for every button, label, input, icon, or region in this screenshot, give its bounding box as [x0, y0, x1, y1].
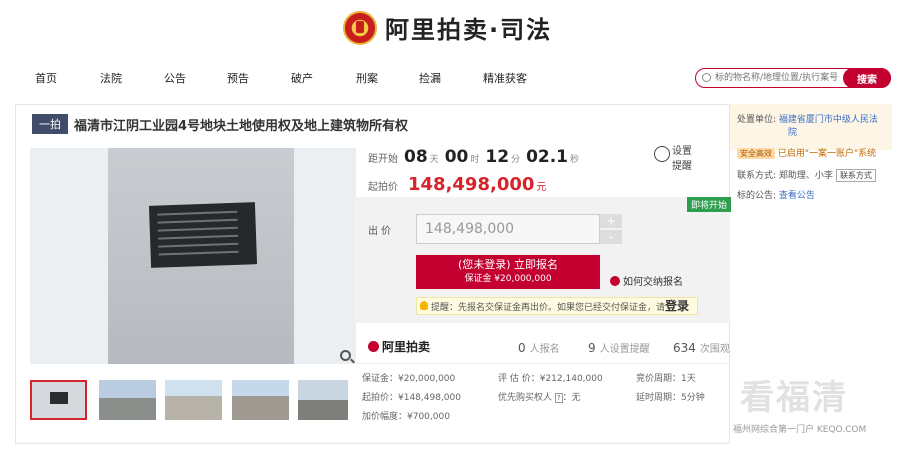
zoom-icon[interactable] — [340, 350, 351, 361]
contact-button[interactable]: 联系方式 — [835, 169, 876, 182]
cycle-info: 竞价周期：1天 — [636, 374, 696, 384]
notice-label: 标的公告: — [737, 191, 777, 201]
countdown-label: 距开始 — [368, 154, 398, 165]
search-bar: 搜索 — [695, 68, 891, 88]
status-badge: 即将开始 — [687, 197, 732, 212]
view-count: 634 次围观 — [673, 340, 730, 355]
start-price-value: 148,498,000 — [408, 174, 535, 195]
court-name-link[interactable]: 福建省厦门市中级人民法 — [779, 115, 878, 125]
ali-auction-logo: 阿里拍卖 — [368, 338, 430, 355]
login-link[interactable]: 登录 — [665, 299, 689, 313]
countdown-hours: 00 — [444, 147, 469, 167]
search-button[interactable]: 搜索 — [843, 68, 891, 88]
signup-count: 0 人报名 — [518, 340, 560, 355]
bid-input[interactable]: 148,498,000 — [416, 214, 600, 244]
nav-item-notice[interactable]: 公告 — [164, 70, 186, 86]
nav-item-home[interactable]: 首页 — [35, 70, 57, 86]
start-price-info: 起拍价：¥148,498,000 — [362, 393, 461, 403]
plaque-image — [148, 202, 258, 268]
increment-info: 加价幅度：¥700,000 — [362, 412, 450, 422]
count-label: 人设置提醒 — [599, 344, 650, 355]
count-value: 9 — [588, 341, 596, 355]
remind-label: 设置 — [672, 146, 692, 157]
item-title-row: 一拍 福清市江阴工业园4号地块土地使用权及地上建筑物所有权 — [32, 114, 408, 134]
priority-label: 优先购买权人 — [498, 393, 553, 403]
count-value: 0 — [518, 341, 526, 355]
account-system-tag[interactable]: 已启用"一案一账户"系统 — [778, 149, 876, 159]
unit-label: 秒 — [570, 155, 580, 165]
brand-name: 阿里拍卖·司法 — [385, 16, 553, 44]
watermark-sub: 福州网综合第一门户 KEQO.COM — [733, 425, 867, 435]
count-label: 人报名 — [529, 344, 560, 355]
count-label: 次围观 — [699, 344, 730, 355]
main-photo[interactable] — [30, 148, 356, 364]
set-reminder-button[interactable]: 设置 提醒 — [654, 142, 692, 172]
search-icon — [702, 73, 711, 82]
delay-info: 延时周期：5分钟 — [636, 393, 705, 403]
court-row: 处置单位: 福建省厦门市中级人民法院 — [737, 114, 892, 140]
start-price: 起拍价 148,498,000 元 — [368, 174, 546, 195]
priority-info: 优先购买权人 ? ：无 — [498, 393, 581, 403]
unit-label: 天 — [429, 155, 439, 165]
start-price-unit: 元 — [536, 182, 547, 193]
search-input[interactable] — [715, 71, 843, 85]
nav-item-court[interactable]: 法院 — [100, 70, 122, 86]
countdown-seconds: 02.1 — [526, 147, 569, 167]
item-title: 福清市江阴工业园4号地块土地使用权及地上建筑物所有权 — [74, 118, 409, 134]
count-value: 634 — [673, 341, 696, 355]
nav-item-bankruptcy[interactable]: 破产 — [291, 70, 313, 86]
remind-label: 提醒 — [672, 161, 692, 172]
contact-row: 联系方式: 郑助理、小李 联系方式 — [737, 168, 876, 182]
priority-value: 无 — [571, 393, 581, 403]
round-tag: 一拍 — [32, 114, 68, 134]
thumbnail[interactable] — [99, 380, 156, 420]
info-icon — [610, 276, 620, 286]
court-name-link[interactable]: 院 — [788, 128, 797, 138]
tip-text: 提醒：先报名交保证金再出价。如果您已经交付保证金，请 — [431, 303, 666, 313]
estimate-info: 评 估 价：¥212,140,000 — [498, 374, 603, 384]
court-label: 处置单位: — [737, 115, 777, 125]
thumbnail[interactable] — [165, 380, 222, 420]
bid-label: 出 价 — [368, 226, 392, 237]
tip-bar: 提醒：先报名交保证金再出价。如果您已经交付保证金，请登录 — [416, 297, 698, 315]
nav-item-criminal[interactable]: 刑案 — [356, 70, 378, 86]
deposit-label: 保证金 ¥20,000,000 — [464, 274, 552, 284]
court-emblem-icon — [343, 10, 377, 45]
lightbulb-icon — [420, 301, 428, 310]
unit-label: 时 — [470, 155, 480, 165]
wall-image — [108, 148, 294, 364]
divider — [354, 363, 730, 364]
alarm-clock-icon — [654, 146, 670, 162]
start-price-label: 起拍价 — [368, 182, 398, 193]
thumbnail[interactable] — [232, 380, 289, 420]
increase-button[interactable]: + — [600, 214, 622, 228]
reminder-count: 9 人设置提醒 — [588, 340, 650, 355]
contact-label: 联系方式: — [737, 171, 777, 181]
unit-label: 分 — [511, 155, 521, 165]
thumbnail[interactable] — [30, 380, 87, 420]
ali-logo-text: 阿里拍卖 — [382, 340, 431, 354]
how-to-pay-label: 如何交纳报名 — [623, 277, 683, 288]
signup-button[interactable]: (您未登录) 立即报名 保证金 ¥20,000,000 — [416, 255, 600, 289]
how-to-pay-link[interactable]: 如何交纳报名 — [610, 273, 683, 288]
countdown-minutes: 12 — [485, 147, 510, 167]
watermark: 看福清 — [740, 378, 848, 418]
decrease-button[interactable]: - — [600, 230, 622, 244]
nav-item-precise[interactable]: 精准获客 — [483, 70, 527, 86]
notice-row: 标的公告: 查看公告 — [737, 188, 815, 201]
countdown-days: 08 — [404, 147, 428, 167]
countdown: 距开始 08 天 00 时 12 分 02.1 秒 — [368, 147, 579, 167]
nav-item-bargain[interactable]: 捡漏 — [419, 70, 441, 86]
contact-name: 郑助理、小李 — [778, 171, 833, 181]
deposit-info: 保证金：¥20,000,000 — [362, 374, 456, 384]
brand-logo[interactable]: 阿里拍卖·司法 — [343, 10, 552, 45]
view-notice-link[interactable]: 查看公告 — [779, 191, 815, 201]
signup-label: (您未登录) 立即报名 — [457, 258, 559, 271]
ali-logo-icon — [368, 341, 379, 352]
safe-row: 安全高效 已启用"一案一账户"系统 — [737, 146, 876, 159]
safe-badge: 安全高效 — [737, 148, 775, 159]
nav-item-preview[interactable]: 预告 — [227, 70, 249, 86]
thumbnail[interactable] — [298, 380, 348, 420]
help-icon[interactable]: ? — [554, 393, 563, 403]
